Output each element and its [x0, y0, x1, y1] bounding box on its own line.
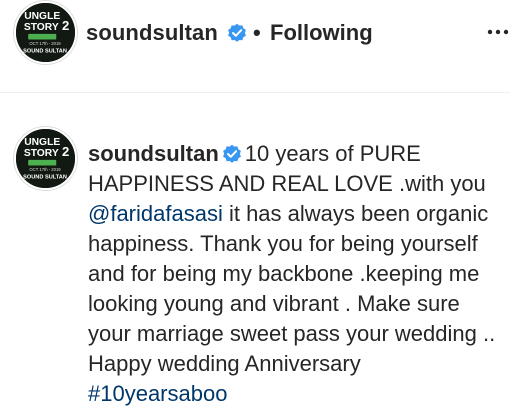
post-header: UNGLE STORY 2 OCT 17th - 2019 SOUND SULT… — [0, 0, 510, 78]
avatar-small-text: OCT 17th - 2019 — [29, 41, 61, 46]
avatar-foot-text: SOUND SULTAN — [23, 49, 67, 55]
avatar-green-band — [28, 33, 57, 40]
avatar[interactable]: UNGLE STORY 2 OCT 17th - 2019 SOUND SULT… — [14, 1, 77, 64]
avatar-text-line1: UNGLE — [24, 137, 60, 148]
header-divider — [0, 92, 510, 93]
comment-username[interactable]: soundsultan — [88, 141, 219, 166]
verified-badge-icon — [227, 23, 247, 43]
more-options-icon[interactable] — [486, 24, 510, 40]
mention-link[interactable]: @faridafasasi — [88, 201, 223, 226]
separator-dot: • — [253, 20, 261, 45]
avatar-text-line2: STORY — [24, 148, 59, 159]
post-username[interactable]: soundsultan — [86, 20, 218, 46]
avatar-text-line2: STORY — [24, 22, 59, 33]
avatar-text-line1: UNGLE — [24, 11, 60, 22]
avatar-foot-text: SOUND SULTAN — [23, 175, 67, 181]
avatar-small-text: OCT 17th - 2019 — [29, 167, 61, 172]
hashtag-link[interactable]: #10yearsaboo — [88, 381, 227, 406]
avatar-image: UNGLE STORY 2 OCT 17th - 2019 SOUND SULT… — [16, 3, 75, 62]
following-button[interactable]: Following — [270, 20, 373, 46]
avatar-badge-number: 2 — [62, 144, 69, 159]
caption-text-part2: it has always been organic happiness. Th… — [88, 201, 496, 376]
avatar-badge-number: 2 — [62, 18, 69, 33]
verified-badge-icon — [222, 142, 242, 163]
comment-body: soundsultan 10 years of PURE HAPPINESS AN… — [88, 139, 506, 409]
avatar-green-band — [28, 159, 57, 166]
comment-avatar[interactable]: UNGLE STORY 2 OCT 17th - 2019 SOUND SULT… — [14, 127, 77, 190]
avatar-image: UNGLE STORY 2 OCT 17th - 2019 SOUND SULT… — [16, 129, 75, 188]
